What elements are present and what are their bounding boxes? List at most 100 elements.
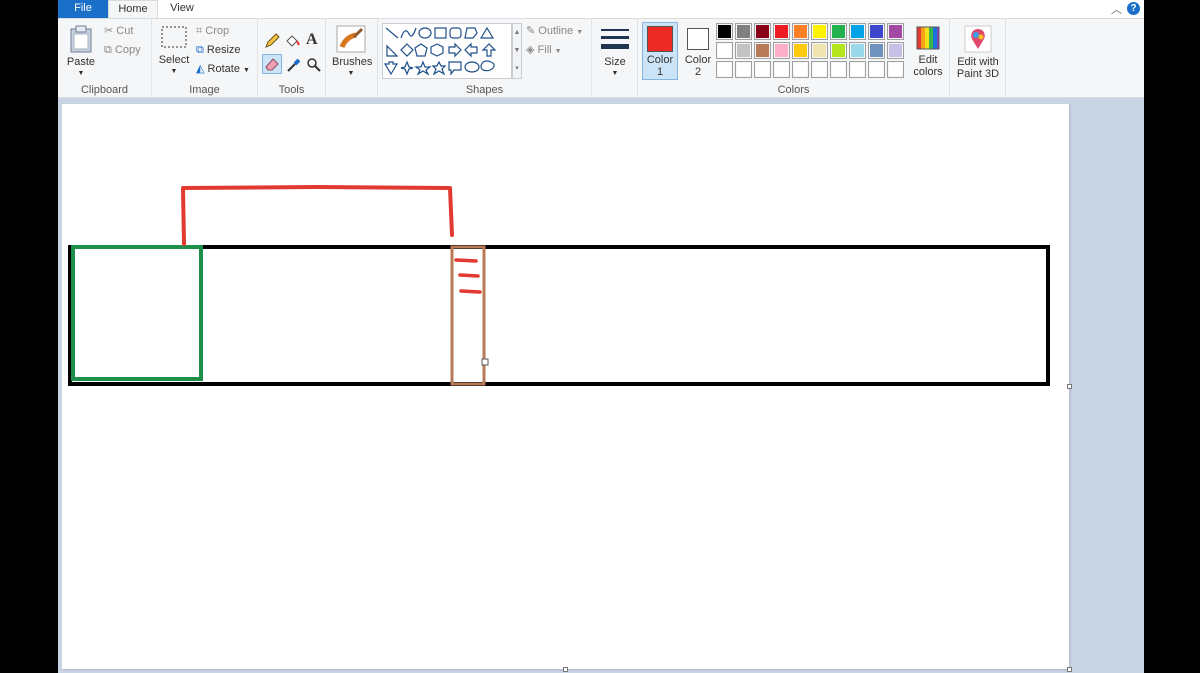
palette-swatch[interactable]	[887, 23, 904, 40]
palette-swatch[interactable]	[868, 61, 885, 78]
color2-number: 2	[694, 66, 702, 78]
brushes-button[interactable]: Brushes ▼	[332, 25, 372, 80]
select-dropdown-icon[interactable]: ▼	[158, 66, 190, 78]
palette-swatch[interactable]	[754, 23, 771, 40]
collapse-ribbon-icon[interactable]: ︿	[1111, 1, 1122, 17]
palette-swatch-color	[870, 25, 883, 38]
outline-button[interactable]: ✎ Outline ▼	[526, 23, 583, 39]
shapes-gallery-scroll[interactable]: ▲ ▼ ▾	[512, 23, 522, 79]
palette-swatch[interactable]	[792, 42, 809, 59]
magnifier-icon[interactable]	[306, 57, 322, 73]
help-icon[interactable]: ?	[1127, 2, 1140, 15]
fill-dropdown-icon[interactable]: ▼	[555, 48, 562, 55]
rotate-label: Rotate	[207, 63, 240, 75]
palette-swatch-color	[737, 44, 750, 57]
tab-view[interactable]: View	[158, 0, 206, 18]
palette-swatch[interactable]	[773, 23, 790, 40]
red-tick-mark	[454, 258, 478, 263]
tab-home[interactable]: Home	[108, 0, 158, 19]
canvas-resize-handle-right[interactable]	[1067, 384, 1072, 389]
size-group: Size ▼	[592, 19, 638, 98]
palette-swatch[interactable]	[849, 23, 866, 40]
ribbon: Paste ▼ ✂ Cut ⧉ Copy Clipboard Select ▼	[58, 18, 1144, 98]
copy-button[interactable]: ⧉ Copy	[104, 42, 141, 58]
clipboard-group-label: Clipboard	[80, 84, 129, 96]
paint3d-label-2: Paint 3D	[956, 68, 1000, 80]
palette-swatch[interactable]	[830, 42, 847, 59]
color-picker-icon[interactable]	[286, 57, 302, 73]
select-label: Select	[158, 54, 190, 66]
palette-swatch[interactable]	[773, 61, 790, 78]
cut-button[interactable]: ✂ Cut	[104, 23, 133, 39]
fill-bucket-icon[interactable]	[284, 33, 300, 49]
red-bracket-stroke	[181, 185, 454, 246]
size-button[interactable]: Size ▼	[596, 25, 634, 80]
scissors-icon: ✂	[104, 25, 114, 38]
palette-swatch[interactable]	[792, 61, 809, 78]
outline-dropdown-icon[interactable]: ▼	[576, 29, 583, 36]
paste-dropdown-icon[interactable]: ▼	[64, 68, 98, 80]
shape-resize-handle[interactable]	[481, 358, 489, 366]
canvas-resize-handle-corner[interactable]	[1067, 667, 1072, 672]
canvas-resize-handle-bottom[interactable]	[563, 667, 568, 672]
palette-swatch-color	[889, 44, 902, 57]
select-button[interactable]: Select ▼	[158, 25, 190, 78]
crop-button[interactable]: ⌗ Crop	[196, 23, 229, 39]
edit-colors-button[interactable]: Edit colors	[910, 25, 946, 78]
paste-label: Paste	[66, 56, 96, 68]
eraser-tool-selected[interactable]	[262, 54, 282, 74]
fill-button[interactable]: ◈ Fill ▼	[526, 42, 562, 58]
color1-button[interactable]: Color 1	[642, 22, 678, 80]
palette-swatch-color	[813, 63, 826, 76]
size-dropdown-icon[interactable]: ▼	[596, 68, 634, 80]
palette-swatch[interactable]	[811, 42, 828, 59]
palette-swatch-color	[870, 44, 883, 57]
palette-swatch[interactable]	[735, 23, 752, 40]
edit-with-paint3d-button[interactable]: Edit with Paint 3D	[952, 25, 1004, 80]
palette-swatch[interactable]	[849, 61, 866, 78]
brushes-dropdown-icon[interactable]: ▼	[332, 68, 370, 80]
palette-swatch-color	[794, 25, 807, 38]
palette-swatch[interactable]	[754, 61, 771, 78]
palette-swatch[interactable]	[792, 23, 809, 40]
rotate-dropdown-icon[interactable]: ▼	[243, 67, 250, 74]
palette-swatch[interactable]	[716, 61, 733, 78]
palette-swatch-color	[775, 44, 788, 57]
palette-swatch[interactable]	[830, 23, 847, 40]
paint3d-icon	[964, 25, 992, 53]
copy-icon: ⧉	[104, 44, 112, 57]
palette-swatch-color	[794, 63, 807, 76]
rotate-button[interactable]: ◭ Rotate ▼	[196, 61, 250, 77]
resize-button[interactable]: ⧉ Resize	[196, 42, 241, 58]
outline-label: Outline	[538, 25, 574, 37]
crop-icon: ⌗	[196, 25, 203, 38]
palette-swatch[interactable]	[811, 61, 828, 78]
palette-swatch[interactable]	[811, 23, 828, 40]
palette-swatch[interactable]	[830, 61, 847, 78]
paste-button[interactable]: Paste ▼	[64, 25, 98, 80]
brushes-group: Brushes ▼	[326, 19, 378, 98]
palette-swatch-color	[718, 44, 731, 57]
color2-button[interactable]: Color 2	[680, 23, 716, 78]
palette-swatch[interactable]	[735, 61, 752, 78]
palette-swatch[interactable]	[868, 42, 885, 59]
pencil-icon[interactable]	[264, 33, 280, 49]
palette-swatch-color	[756, 63, 769, 76]
palette-swatch[interactable]	[716, 23, 733, 40]
size-label: Size	[604, 56, 626, 68]
palette-swatch[interactable]	[773, 42, 790, 59]
shapes-gallery[interactable]	[382, 23, 512, 79]
palette-swatch-color	[718, 63, 731, 76]
tab-file[interactable]: File	[58, 0, 108, 18]
palette-swatch-color	[737, 63, 750, 76]
palette-swatch[interactable]	[849, 42, 866, 59]
palette-swatch[interactable]	[754, 42, 771, 59]
palette-swatch[interactable]	[887, 61, 904, 78]
palette-swatch[interactable]	[887, 42, 904, 59]
palette-swatch[interactable]	[868, 23, 885, 40]
palette-swatch[interactable]	[716, 42, 733, 59]
palette-swatch[interactable]	[735, 42, 752, 59]
text-tool-icon[interactable]: A	[306, 31, 318, 49]
drawing-canvas[interactable]	[62, 104, 1072, 672]
brush-icon	[336, 25, 366, 53]
